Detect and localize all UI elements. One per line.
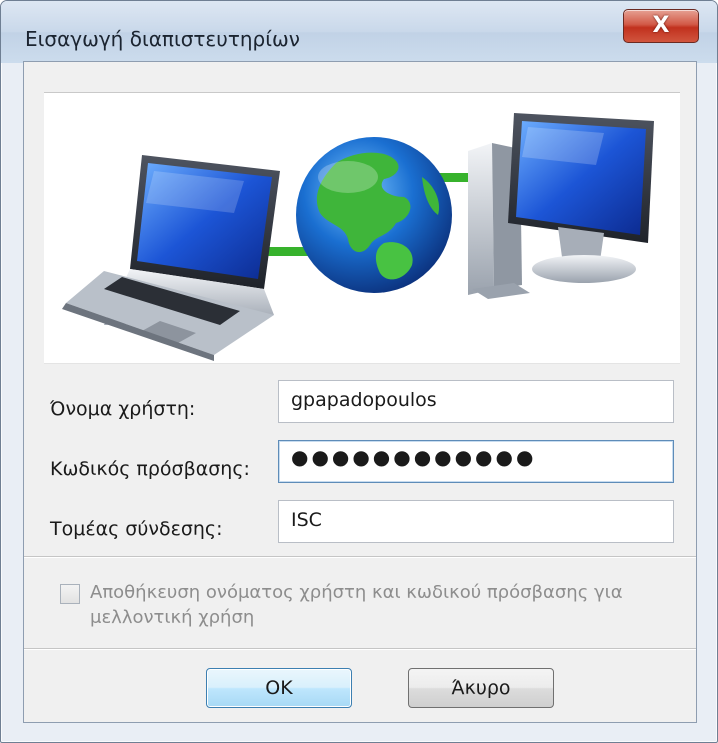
network-illustration xyxy=(62,113,654,361)
close-icon: X xyxy=(652,13,670,38)
dialog-title: Εισαγωγή διαπιστευτηρίων xyxy=(25,27,300,51)
cancel-button[interactable]: Άκυρο xyxy=(408,668,554,708)
close-button[interactable]: X xyxy=(623,9,699,43)
domain-label: Τομέας σύνδεσης: xyxy=(50,518,223,540)
remember-credentials-label: Αποθήκευση ονόματος χρήστη και κωδικού π… xyxy=(90,582,623,628)
desktop-computer-icon xyxy=(468,113,654,299)
title-bar[interactable]: Εισαγωγή διαπιστευτηρίων X xyxy=(1,1,717,63)
network-banner xyxy=(44,92,680,364)
laptop-icon xyxy=(62,155,280,361)
divider xyxy=(24,556,696,558)
dialog-body: Όνομα χρήστη: gpapadopoulos Κωδικός πρόσ… xyxy=(23,61,697,723)
divider xyxy=(24,648,696,650)
credentials-dialog: Εισαγωγή διαπιστευτηρίων X Όνομα χρήστη:… xyxy=(0,0,718,743)
username-label: Όνομα χρήστη: xyxy=(50,398,196,420)
password-field[interactable]: ●●●●●●●●●●●● xyxy=(278,440,674,483)
ok-button[interactable]: OK xyxy=(206,668,352,708)
password-label: Κωδικός πρόσβασης: xyxy=(50,458,250,480)
remember-credentials-checkbox[interactable] xyxy=(60,584,80,604)
domain-field[interactable]: ISC xyxy=(278,500,674,543)
globe-icon xyxy=(296,137,452,293)
username-field[interactable]: gpapadopoulos xyxy=(278,380,674,423)
